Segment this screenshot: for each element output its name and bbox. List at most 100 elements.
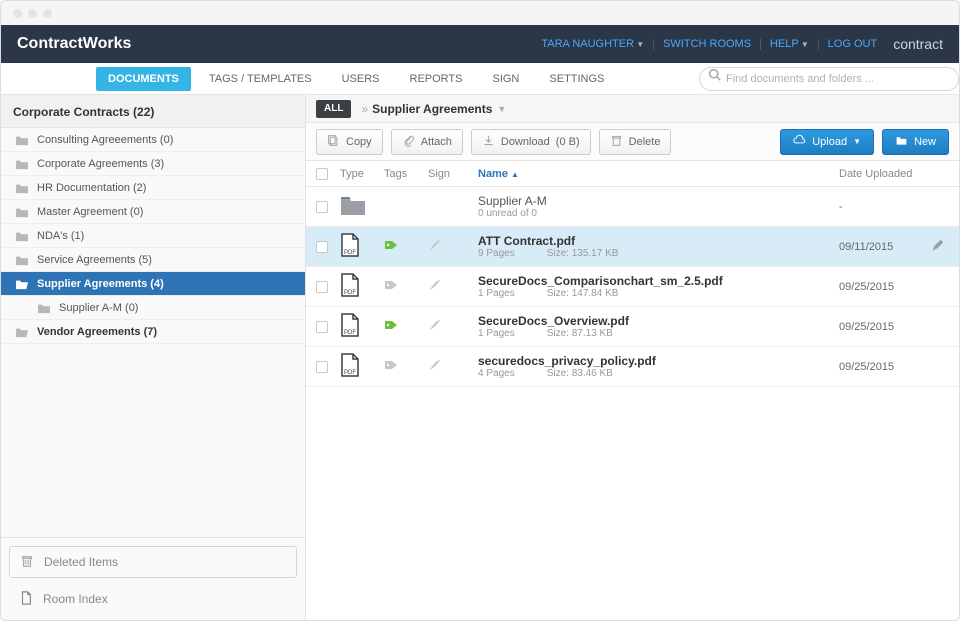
table-row[interactable]: PDF securedocs_privacy_policy.pdf4 PagesS…	[306, 347, 959, 387]
tag-icon[interactable]	[384, 278, 428, 295]
header-tags[interactable]: Tags	[384, 168, 428, 180]
folder-icon	[37, 302, 51, 314]
table-row[interactable]: PDF SecureDocs_Overview.pdf1 PagesSize: 8…	[306, 307, 959, 347]
breadcrumb-current[interactable]: Supplier Agreements	[372, 102, 492, 116]
table-row[interactable]: Supplier A-M0 unread of 0-	[306, 187, 959, 227]
header-sign[interactable]: Sign	[428, 168, 478, 180]
folder-icon	[15, 134, 29, 146]
row-checkbox[interactable]	[316, 321, 328, 333]
file-name[interactable]: ATT Contract.pdf9 PagesSize: 135.17 KB	[478, 234, 839, 259]
brand-logo: ContractWorks	[17, 35, 131, 53]
select-all-checkbox[interactable]	[316, 168, 328, 180]
attach-icon	[402, 134, 415, 150]
window-chrome	[1, 1, 959, 25]
tab-reports[interactable]: REPORTS	[398, 67, 475, 91]
folder-icon	[15, 326, 29, 338]
sidebar-item-label: Vendor Agreements (7)	[37, 326, 157, 338]
traffic-light-close[interactable]	[13, 9, 22, 18]
download-icon	[482, 134, 495, 150]
file-name[interactable]: SecureDocs_Comparisonchart_sm_2.5.pdf1 P…	[478, 274, 839, 299]
sign-icon[interactable]	[428, 238, 478, 255]
page-icon	[19, 591, 33, 608]
sidebar-item-label: HR Documentation (2)	[37, 182, 146, 194]
row-checkbox[interactable]	[316, 281, 328, 293]
sign-icon[interactable]	[428, 358, 478, 375]
copy-label: Copy	[346, 136, 372, 148]
help-menu[interactable]: HELP	[770, 38, 809, 50]
tab-settings[interactable]: SETTINGS	[537, 67, 616, 91]
file-type-icon: PDF	[340, 273, 384, 300]
room-index-label: Room Index	[43, 592, 108, 606]
file-name[interactable]: securedocs_privacy_policy.pdf4 PagesSize…	[478, 354, 839, 379]
user-menu[interactable]: TARA NAUGHTER	[541, 38, 644, 50]
new-button[interactable]: New	[882, 129, 949, 155]
attach-button[interactable]: Attach	[391, 129, 463, 155]
row-checkbox[interactable]	[316, 201, 328, 213]
trash-icon	[610, 134, 623, 150]
sidebar-root[interactable]: Corporate Contracts (22)	[1, 95, 305, 128]
sidebar-item[interactable]: Master Agreement (0)	[1, 200, 305, 224]
table-row[interactable]: PDFATT Contract.pdf9 PagesSize: 135.17 K…	[306, 227, 959, 267]
sidebar-item[interactable]: Supplier A-M (0)	[1, 296, 305, 320]
file-name[interactable]: SecureDocs_Overview.pdf1 PagesSize: 87.1…	[478, 314, 839, 339]
sidebar-item-label: Master Agreement (0)	[37, 206, 143, 218]
delete-button[interactable]: Delete	[599, 129, 672, 155]
delete-label: Delete	[629, 136, 661, 148]
breadcrumb-sep: »	[361, 102, 368, 116]
edit-icon[interactable]	[931, 238, 959, 255]
date-uploaded: 09/25/2015	[839, 281, 931, 293]
file-type-icon: PDF	[340, 353, 384, 380]
tab-tags-templates[interactable]: TAGS / TEMPLATES	[197, 67, 324, 91]
sidebar-item[interactable]: NDA's (1)	[1, 224, 305, 248]
tab-users[interactable]: USERS	[330, 67, 392, 91]
sign-icon[interactable]	[428, 278, 478, 295]
sidebar-item[interactable]: Supplier Agreements (4)	[1, 272, 305, 296]
upload-button[interactable]: Upload ▼	[780, 129, 874, 155]
date-uploaded: -	[839, 201, 931, 213]
room-index-button[interactable]: Room Index	[9, 586, 297, 612]
new-label: New	[914, 136, 936, 148]
table-row[interactable]: PDF SecureDocs_Comparisonchart_sm_2.5.pdf…	[306, 267, 959, 307]
svg-text:PDF: PDF	[344, 330, 356, 336]
date-uploaded: 09/25/2015	[839, 321, 931, 333]
file-name[interactable]: Supplier A-M0 unread of 0	[478, 194, 839, 219]
switch-rooms-link[interactable]: SWITCH ROOMS	[663, 38, 751, 50]
breadcrumb: ALL » Supplier Agreements ▼	[306, 95, 959, 123]
search-input[interactable]	[699, 67, 959, 91]
sidebar-item[interactable]: Service Agreements (5)	[1, 248, 305, 272]
deleted-items-label: Deleted Items	[44, 555, 118, 569]
breadcrumb-all[interactable]: ALL	[316, 100, 351, 118]
header-name[interactable]: Name▲	[478, 168, 839, 180]
attach-label: Attach	[421, 136, 452, 148]
tag-icon[interactable]	[384, 318, 428, 335]
sidebar-item[interactable]: Vendor Agreements (7)	[1, 320, 305, 344]
tab-documents[interactable]: DOCUMENTS	[96, 67, 191, 91]
header-type[interactable]: Type	[340, 168, 384, 180]
file-type-icon: PDF	[340, 313, 384, 340]
row-checkbox[interactable]	[316, 361, 328, 373]
tag-icon[interactable]	[384, 358, 428, 375]
svg-text:PDF: PDF	[344, 290, 356, 296]
main-pane: ALL » Supplier Agreements ▼ Copy Attach …	[306, 95, 959, 620]
download-button[interactable]: Download (0 B)	[471, 129, 591, 155]
sidebar-item[interactable]: Corporate Agreements (3)	[1, 152, 305, 176]
sign-icon[interactable]	[428, 318, 478, 335]
copy-button[interactable]: Copy	[316, 129, 383, 155]
chevron-down-icon[interactable]: ▼	[497, 104, 506, 114]
tag-icon[interactable]	[384, 238, 428, 255]
folder-icon	[15, 206, 29, 218]
sidebar-item-label: Corporate Agreements (3)	[37, 158, 164, 170]
header-date[interactable]: Date Uploaded	[839, 168, 931, 180]
folder-plus-icon	[895, 134, 908, 150]
nav-row: DOCUMENTS TAGS / TEMPLATES USERS REPORTS…	[1, 63, 959, 95]
folder-icon	[15, 158, 29, 170]
sidebar-item[interactable]: HR Documentation (2)	[1, 176, 305, 200]
folder-icon	[15, 182, 29, 194]
traffic-light-min[interactable]	[28, 9, 37, 18]
logout-link[interactable]: LOG OUT	[828, 38, 878, 50]
deleted-items-button[interactable]: Deleted Items	[9, 546, 297, 578]
tab-sign[interactable]: SIGN	[480, 67, 531, 91]
row-checkbox[interactable]	[316, 241, 328, 253]
sidebar-item[interactable]: Consulting Agreeements (0)	[1, 128, 305, 152]
traffic-light-max[interactable]	[43, 9, 52, 18]
